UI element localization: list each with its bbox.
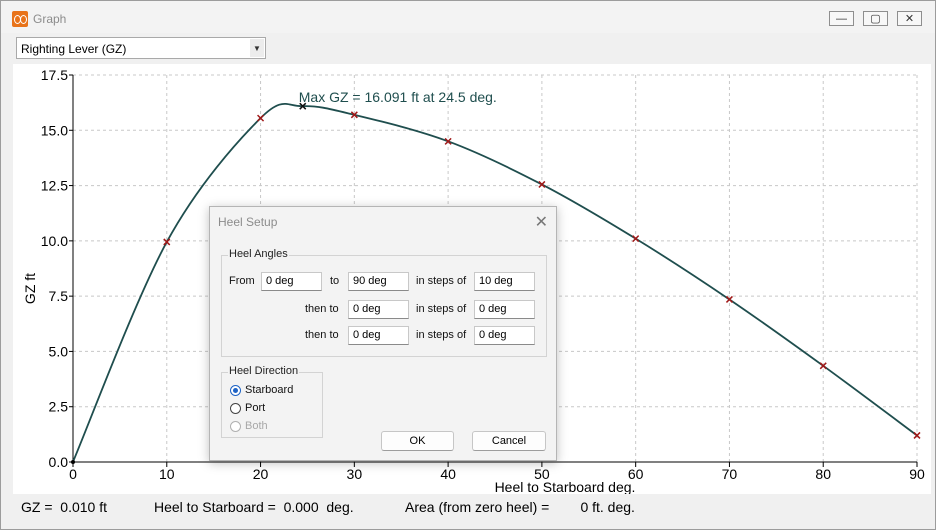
to-input-2[interactable]: 0 deg bbox=[348, 300, 409, 319]
x-tick-label: 30 bbox=[347, 466, 363, 482]
x-tick-label: 40 bbox=[440, 466, 456, 482]
then-to-label-3: then to bbox=[305, 329, 339, 341]
y-tick-label: 5.0 bbox=[49, 343, 69, 359]
maximize-button[interactable]: ▢ bbox=[863, 11, 888, 26]
starboard-radio[interactable] bbox=[230, 385, 241, 396]
step-input-2[interactable]: 0 deg bbox=[474, 300, 535, 319]
y-tick-label: 12.5 bbox=[41, 178, 68, 194]
heel-setup-dialog: Heel Setup ✕ Heel Angles From 0 deg to 9… bbox=[209, 206, 557, 461]
minimize-button[interactable]: — bbox=[829, 11, 854, 26]
status-area: Area (from zero heel) = 0 ft. deg. bbox=[405, 499, 635, 515]
from-input[interactable]: 0 deg bbox=[261, 272, 322, 291]
port-radio[interactable] bbox=[230, 403, 241, 414]
steps-label-3: in steps of bbox=[416, 329, 467, 341]
cancel-button[interactable]: Cancel bbox=[472, 431, 546, 451]
app-icon bbox=[12, 11, 28, 27]
dialog-close-icon[interactable]: ✕ bbox=[535, 212, 548, 232]
origin-point bbox=[71, 460, 75, 464]
status-gz: GZ = 0.010 ft bbox=[21, 499, 107, 515]
y-tick-label: 15.0 bbox=[41, 122, 68, 138]
both-radio bbox=[230, 421, 241, 432]
port-label[interactable]: Port bbox=[245, 402, 265, 414]
steps-label-2: in steps of bbox=[416, 303, 467, 315]
y-tick-label: 2.5 bbox=[49, 399, 69, 415]
y-axis-label: GZ ft bbox=[22, 273, 38, 304]
y-tick-label: 17.5 bbox=[41, 67, 68, 83]
dialog-title: Heel Setup bbox=[218, 215, 278, 229]
x-tick-label: 70 bbox=[722, 466, 738, 482]
step-input-3[interactable]: 0 deg bbox=[474, 326, 535, 345]
data-point-marker bbox=[257, 114, 265, 122]
x-tick-label: 90 bbox=[909, 466, 925, 482]
data-point-marker bbox=[538, 180, 546, 188]
step-input-1[interactable]: 10 deg bbox=[474, 272, 535, 291]
data-point-marker bbox=[632, 235, 640, 243]
graph-type-value: Righting Lever (GZ) bbox=[21, 42, 127, 56]
max-gz-annotation: Max GZ = 16.091 ft at 24.5 deg. bbox=[299, 89, 497, 105]
to-input-3[interactable]: 0 deg bbox=[348, 326, 409, 345]
steps-label-1: in steps of bbox=[416, 275, 467, 287]
starboard-label[interactable]: Starboard bbox=[245, 384, 293, 396]
heel-direction-label: Heel Direction bbox=[228, 365, 300, 377]
chevron-down-icon[interactable]: ▼ bbox=[250, 39, 264, 57]
y-tick-label: 7.5 bbox=[49, 288, 69, 304]
close-icon: ✕ bbox=[904, 13, 915, 25]
minimize-icon: — bbox=[836, 12, 847, 25]
ok-button[interactable]: OK bbox=[381, 431, 454, 451]
y-tick-label: 0.0 bbox=[49, 454, 69, 470]
to-label: to bbox=[330, 275, 340, 287]
from-label: From bbox=[229, 275, 255, 287]
both-label: Both bbox=[245, 420, 268, 432]
close-button[interactable]: ✕ bbox=[897, 11, 922, 26]
title-bar[interactable]: Graph — ▢ ✕ bbox=[1, 1, 935, 33]
window-title: Graph bbox=[33, 12, 67, 26]
graph-type-select[interactable]: Righting Lever (GZ) ▼ bbox=[16, 37, 266, 59]
x-tick-label: 0 bbox=[69, 466, 77, 482]
x-tick-label: 10 bbox=[159, 466, 175, 482]
maximize-icon: ▢ bbox=[870, 13, 881, 25]
heel-angles-label: Heel Angles bbox=[228, 248, 289, 260]
to-input-1[interactable]: 90 deg bbox=[348, 272, 409, 291]
x-tick-label: 80 bbox=[815, 466, 831, 482]
y-tick-label: 10.0 bbox=[41, 233, 68, 249]
then-to-label-2: then to bbox=[305, 303, 339, 315]
x-tick-label: 20 bbox=[253, 466, 269, 482]
status-heel: Heel to Starboard = 0.000 deg. bbox=[154, 499, 354, 515]
x-axis-label: Heel to Starboard deg. bbox=[495, 479, 636, 494]
